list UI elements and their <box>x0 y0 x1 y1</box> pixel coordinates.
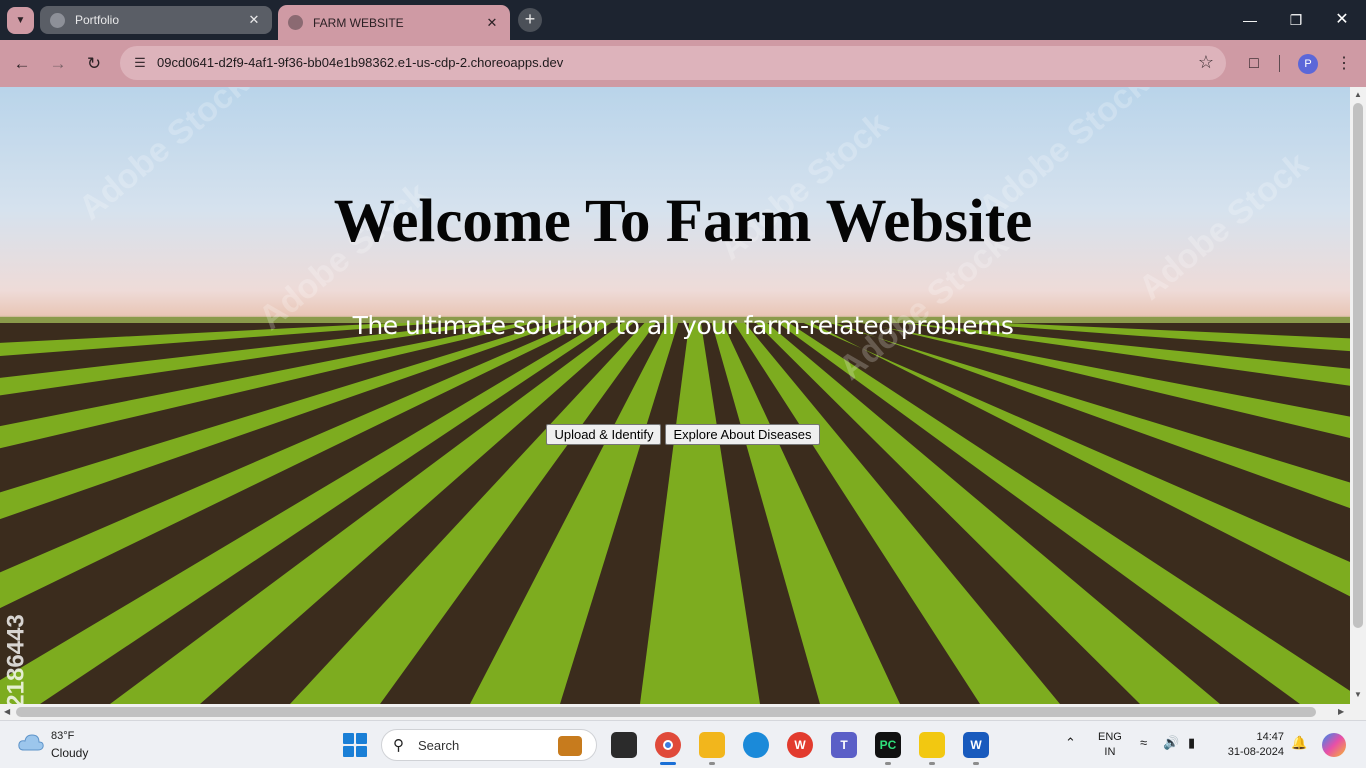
tab-farm-website[interactable]: FARM WEBSITE ✕ <box>278 5 510 40</box>
teams-icon[interactable]: T <box>831 732 857 758</box>
stock-image-id: 2186443 <box>2 614 30 704</box>
weather-temperature[interactable]: 83°F <box>51 730 74 742</box>
task-view-icon[interactable] <box>611 732 637 758</box>
browser-tab-strip: ▼ Portfolio ✕ FARM WEBSITE ✕ + — ❐ ✕ <box>0 0 1366 40</box>
scroll-up-icon[interactable]: ▲ <box>1353 90 1363 99</box>
vertical-scrollbar[interactable]: ▲ ▼ <box>1350 87 1366 704</box>
chrome-icon[interactable] <box>655 732 681 758</box>
chevron-up-icon[interactable]: ⌃ <box>1065 735 1076 751</box>
running-app-indicator <box>709 762 715 765</box>
profile-avatar[interactable]: P <box>1298 54 1318 74</box>
scroll-right-icon[interactable]: ▶ <box>1338 707 1344 716</box>
reload-button[interactable]: ↻ <box>80 50 108 78</box>
edge-icon[interactable] <box>743 732 769 758</box>
page-title: Welcome To Farm Website <box>333 188 1033 255</box>
file-explorer-icon[interactable] <box>699 732 725 758</box>
language-indicator[interactable]: ENG IN <box>1098 730 1122 760</box>
url-text[interactable]: 09cd0641-d2f9-4af1-9f36-bb04e1b98362.e1-… <box>157 55 563 70</box>
copilot-icon[interactable] <box>1322 733 1346 757</box>
address-bar[interactable]: ☰ 09cd0641-d2f9-4af1-9f36-bb04e1b98362.e… <box>120 46 1226 80</box>
active-app-indicator <box>660 762 676 765</box>
close-icon[interactable]: ✕ <box>246 12 262 28</box>
tab-portfolio[interactable]: Portfolio ✕ <box>40 6 272 34</box>
browser-toolbar: ← → ↻ ☰ 09cd0641-d2f9-4af1-9f36-bb04e1b9… <box>0 40 1366 87</box>
tab-title: Portfolio <box>75 13 120 27</box>
chevron-down-icon: ▼ <box>15 15 26 26</box>
forward-button[interactable]: → <box>44 50 72 78</box>
notification-bell-icon[interactable]: 🔔 <box>1291 735 1307 751</box>
page-subtitle: The ultimate solution to all your farm-r… <box>352 311 1014 340</box>
back-button[interactable]: ← <box>8 50 36 78</box>
volume-icon[interactable]: 🔊 <box>1163 735 1179 751</box>
action-buttons: Upload & Identify Explore About Diseases <box>0 424 1350 445</box>
running-app-indicator <box>973 762 979 765</box>
minimize-icon[interactable]: — <box>1238 8 1262 32</box>
extensions-icon[interactable]: □ <box>1240 50 1268 78</box>
farm-field-background <box>0 317 1350 704</box>
taskbar-search[interactable]: ⚲ Search <box>381 729 597 761</box>
clock-date: 31-08-2024 <box>1227 746 1284 758</box>
running-app-indicator <box>929 762 935 765</box>
scrollbar-thumb[interactable] <box>16 707 1316 717</box>
tab-search-button[interactable]: ▼ <box>7 7 34 34</box>
windows-taskbar: 83°F Cloudy ⚲ Search W T PC W ⌃ ENG IN ≈… <box>0 720 1366 768</box>
restore-icon[interactable]: ❐ <box>1284 8 1308 32</box>
explore-diseases-button[interactable]: Explore About Diseases <box>665 424 820 445</box>
globe-icon <box>50 12 65 28</box>
running-app-indicator <box>885 762 891 765</box>
horizontal-scrollbar[interactable]: ◀ ▶ <box>0 704 1366 720</box>
scroll-down-icon[interactable]: ▼ <box>1353 690 1363 699</box>
word-icon[interactable]: W <box>963 732 989 758</box>
scrollbar-thumb[interactable] <box>1353 103 1363 628</box>
language-secondary: IN <box>1104 746 1116 758</box>
menu-kebab-icon[interactable]: ⋮ <box>1330 50 1358 78</box>
cloud-icon <box>18 734 44 751</box>
language-primary: ENG <box>1098 731 1122 743</box>
search-label: Search <box>418 738 460 753</box>
window-close-icon[interactable]: ✕ <box>1330 8 1354 32</box>
bookmark-star-icon[interactable]: ☆ <box>1198 52 1214 73</box>
weather-condition[interactable]: Cloudy <box>51 746 88 760</box>
globe-icon <box>288 15 303 30</box>
wps-office-icon[interactable]: W <box>787 732 813 758</box>
upload-identify-button[interactable]: Upload & Identify <box>546 424 662 445</box>
windows-start-icon[interactable] <box>343 733 367 757</box>
toolbar-divider <box>1279 55 1280 72</box>
pycharm-icon[interactable]: PC <box>875 732 901 758</box>
clock-time: 14:47 <box>1256 731 1284 743</box>
tab-title: FARM WEBSITE <box>313 15 404 30</box>
system-clock[interactable]: 14:47 31-08-2024 <box>1220 730 1284 760</box>
page-viewport: Adobe Stock Adobe Stock Adobe Stock Adob… <box>0 87 1350 704</box>
power-bi-icon[interactable] <box>919 732 945 758</box>
wifi-icon[interactable]: ≈ <box>1140 735 1147 750</box>
battery-icon[interactable]: ▮ <box>1188 735 1195 751</box>
scroll-left-icon[interactable]: ◀ <box>4 707 10 716</box>
briefcase-icon <box>558 736 582 756</box>
site-info-icon[interactable]: ☰ <box>130 53 150 73</box>
new-tab-button[interactable]: + <box>518 8 542 32</box>
close-icon[interactable]: ✕ <box>484 15 500 31</box>
search-icon: ⚲ <box>393 737 404 754</box>
